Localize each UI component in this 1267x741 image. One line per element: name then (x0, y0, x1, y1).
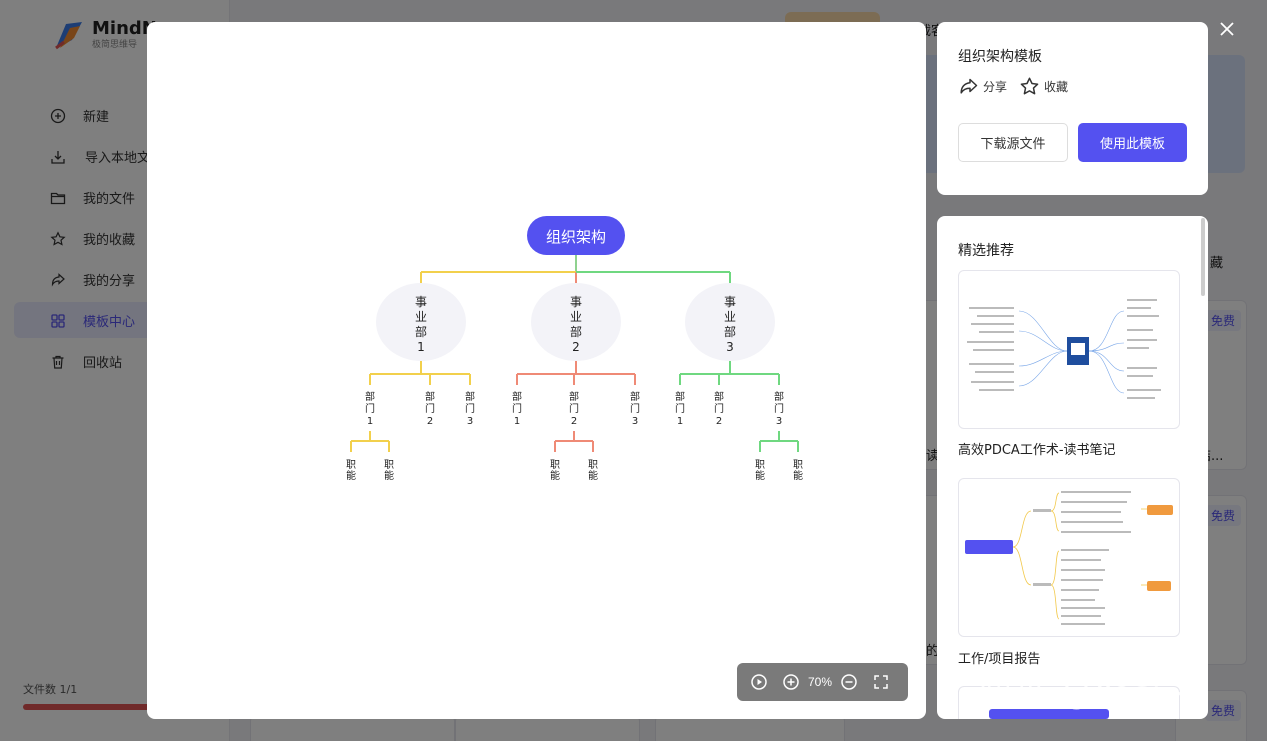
department-node-label: 部门 3 (774, 390, 784, 427)
department-node-label: 部门 3 (465, 390, 475, 427)
play-icon[interactable] (750, 673, 768, 691)
department-node-label: 部门 2 (569, 390, 579, 427)
department-node-label: 部门 1 (675, 390, 685, 427)
favorite-label: 收藏 (1044, 80, 1069, 94)
share-label: 分享 (983, 80, 1008, 94)
zoom-level: 70% (808, 675, 833, 689)
watermark: 知乎 @Yesi 社 (980, 674, 1209, 712)
role-node-label: 职能 (550, 459, 560, 482)
map-controls: 70% (737, 663, 908, 701)
scrollbar[interactable] (1201, 218, 1205, 296)
department-node-label: 部门 3 (630, 390, 640, 427)
role-node-label: 职能 (755, 459, 765, 482)
thumbnail-mindmap-image (967, 299, 1161, 399)
template-info-card: 组织架构模板 分享 收藏 下载源文件 使用此模板 (937, 22, 1208, 195)
template-title: 组织架构模板 (958, 49, 1042, 65)
template-preview[interactable]: 组织架构 事业部 1 部门 1 职能 职能 部门 2 部门 3 事业部 2 部门 1 部门 2 职能 职能 部门 3 事业… (147, 22, 926, 719)
department-node-label: 部门 1 (365, 390, 375, 427)
department-node-label: 部门 1 (512, 390, 522, 427)
download-source-button[interactable]: 下载源文件 (958, 123, 1068, 162)
zoom-in-icon[interactable] (782, 673, 800, 691)
role-node-label: 职能 (793, 459, 803, 482)
root-node-label: 组织架构 (546, 228, 606, 246)
role-node-label: 职能 (588, 459, 598, 482)
thumbnail-mindmap-image (965, 491, 1173, 625)
star-icon (1020, 77, 1039, 95)
department-node-label: 部门 2 (425, 390, 435, 427)
org-chart-mindmap[interactable]: 组织架构事业部 1部门 1职能职能部门 2部门 3事业部 2部门 1部门 2职能职能部门 3事业… (147, 22, 926, 719)
recommendation-thumbnail[interactable] (958, 478, 1180, 637)
recommendation-title[interactable]: 高效PDCA工作术-读书笔记 (958, 439, 1116, 458)
share-icon (960, 78, 978, 94)
recommendations-panel: 精选推荐 高效PDCA工作术-读书笔记 工作/项目报告 (937, 216, 1208, 719)
role-node-label: 职能 (346, 459, 356, 482)
share-button[interactable]: 分享 (958, 76, 1007, 97)
department-node-label: 部门 2 (714, 390, 724, 427)
use-template-button[interactable]: 使用此模板 (1078, 123, 1187, 162)
recommendation-title[interactable]: 工作/项目报告 (958, 648, 1040, 667)
close-icon[interactable] (1217, 19, 1237, 39)
zoom-out-icon[interactable] (840, 673, 858, 691)
recommendations-title: 精选推荐 (958, 243, 1014, 259)
favorite-button[interactable]: 收藏 (1019, 76, 1068, 97)
recommendation-thumbnail[interactable] (958, 270, 1180, 429)
role-node-label: 职能 (384, 459, 394, 482)
fullscreen-icon[interactable] (872, 673, 890, 691)
